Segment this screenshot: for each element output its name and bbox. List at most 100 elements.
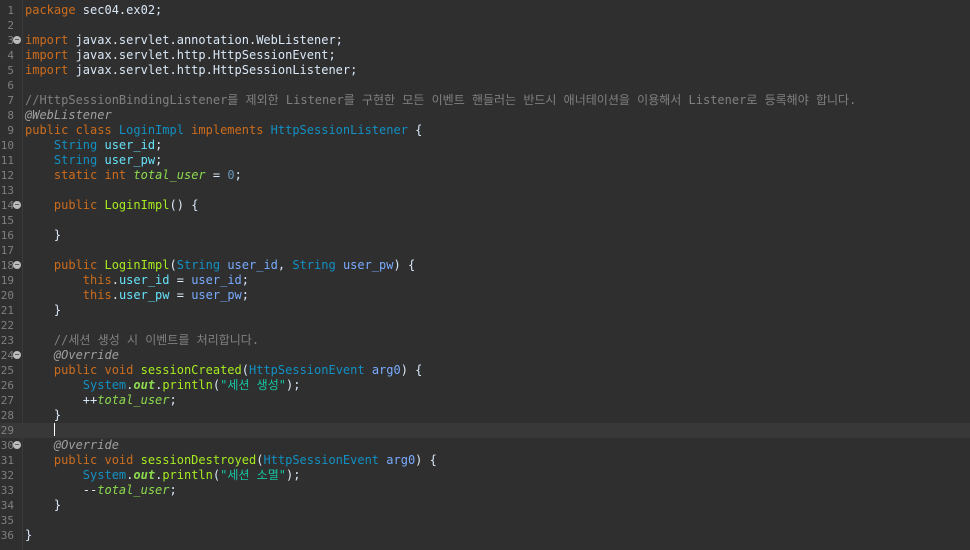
code-line[interactable]: 20 this.user_pw = user_pw; <box>0 288 970 303</box>
code-line[interactable]: 14− public LoginImpl() { <box>0 198 970 213</box>
line-number: 19 <box>0 274 14 287</box>
code-line[interactable]: 11 String user_pw; <box>0 153 970 168</box>
code-token: ; <box>169 483 177 497</box>
code-token: user_id <box>227 258 278 272</box>
code-text: @WebListener <box>25 108 112 123</box>
code-token: javax.servlet.annotation.WebListener; <box>75 33 343 47</box>
code-line[interactable]: 25 public void sessionCreated(HttpSessio… <box>0 363 970 378</box>
code-line[interactable]: 4 import javax.servlet.http.HttpSessionEv… <box>0 48 970 63</box>
code-token: user_pw <box>342 258 394 272</box>
line-number: 15 <box>0 214 14 227</box>
code-line[interactable]: 24− @Override <box>0 348 970 363</box>
code-token: import <box>25 48 76 62</box>
code-line[interactable]: 29 <box>0 423 970 438</box>
code-text: } <box>25 228 61 243</box>
code-text: ++total_user; <box>25 393 177 408</box>
code-line[interactable]: 12 static int total_user = 0; <box>0 168 970 183</box>
code-line[interactable]: 36} <box>0 528 970 543</box>
code-token: this <box>82 273 112 287</box>
code-token: sessionCreated <box>140 363 242 377</box>
code-token: } <box>25 408 62 422</box>
code-line[interactable]: 30− @Override <box>0 438 970 453</box>
collapse-fold-icon[interactable]: − <box>13 36 21 44</box>
code-line[interactable]: 33 --total_user; <box>0 483 970 498</box>
code-line[interactable]: 6 <box>0 78 970 93</box>
code-token: "세션 소멸" <box>220 468 286 482</box>
code-line[interactable]: 1 package sec04.ex02; <box>0 3 970 18</box>
line-number: 30 <box>0 439 14 452</box>
code-line[interactable]: 23 //세션 생성 시 이벤트를 처리합니다. <box>0 333 970 348</box>
line-number: 27 <box>0 394 14 407</box>
code-line[interactable]: 15 <box>0 213 970 228</box>
line-number: 11 <box>0 154 14 167</box>
code-line[interactable]: 22 <box>0 318 970 333</box>
code-line[interactable]: 5 import javax.servlet.http.HttpSessionLi… <box>0 63 970 78</box>
code-token: user_id <box>118 273 170 287</box>
code-token: import <box>25 33 76 47</box>
line-number: 24 <box>0 349 14 362</box>
code-line[interactable]: 32 System.out.println("세션 소멸"); <box>0 468 970 483</box>
code-text <box>25 423 55 438</box>
line-number: 7 <box>7 94 14 107</box>
code-line[interactable]: 35 <box>0 513 970 528</box>
code-text: package sec04.ex02; <box>25 3 162 18</box>
line-number: 10 <box>0 139 14 152</box>
code-line[interactable]: 34 } <box>0 498 970 513</box>
code-lines[interactable]: 1 package sec04.ex02; 2 3− import javax.serv… <box>0 3 970 543</box>
code-line[interactable]: 27 ++total_user; <box>0 393 970 408</box>
code-line[interactable]: 28 } <box>0 408 970 423</box>
code-line[interactable]: 10 String user_id; <box>0 138 970 153</box>
code-token: ++ <box>25 393 98 407</box>
code-token: ( <box>169 258 177 272</box>
line-number: 20 <box>0 289 14 302</box>
code-text: System.out.println("세션 소멸"); <box>25 468 301 483</box>
code-token: user_pw <box>118 288 170 302</box>
code-line[interactable]: 3− import javax.servlet.annotation.WebLis… <box>0 33 970 48</box>
line-number: 6 <box>7 79 14 92</box>
code-token: public class <box>25 123 119 137</box>
code-line[interactable]: 26 System.out.println("세션 생성"); <box>0 378 970 393</box>
code-token: ; <box>241 273 250 287</box>
code-token: LoginImpl <box>104 258 170 272</box>
code-line[interactable]: 18− public LoginImpl(String user_id, Str… <box>0 258 970 273</box>
code-token: @Override <box>53 438 119 452</box>
code-token: public void <box>53 453 141 467</box>
code-line[interactable]: 13 <box>0 183 970 198</box>
line-number: 25 <box>0 364 14 377</box>
code-token: javax.servlet.http.HttpSessionEvent; <box>75 48 336 62</box>
code-token: String <box>176 258 228 272</box>
collapse-fold-icon[interactable]: − <box>13 201 21 209</box>
code-line[interactable]: 8 @WebListener <box>0 108 970 123</box>
code-token: javax.servlet.http.HttpSessionListener; <box>75 63 358 77</box>
code-token: , <box>277 258 293 272</box>
code-editor[interactable]: 1 package sec04.ex02; 2 3− import javax.serv… <box>0 0 970 550</box>
collapse-fold-icon[interactable]: − <box>13 261 21 269</box>
code-line[interactable]: 19 this.user_id = user_id; <box>0 273 970 288</box>
code-text: @Override <box>25 438 119 453</box>
code-token: ) { <box>415 453 437 467</box>
code-token: public <box>53 198 105 212</box>
code-line[interactable]: 16 } <box>0 228 970 243</box>
collapse-fold-icon[interactable]: − <box>13 351 21 359</box>
collapse-fold-icon[interactable]: − <box>13 441 21 449</box>
code-line[interactable]: 21 } <box>0 303 970 318</box>
code-token: { <box>415 123 423 137</box>
code-text: System.out.println("세션 생성"); <box>25 378 301 393</box>
code-line[interactable]: 2 <box>0 18 970 33</box>
code-token: import <box>25 63 76 77</box>
code-token: user_id <box>191 273 242 287</box>
code-token: "세션 생성" <box>220 378 286 392</box>
code-line[interactable]: 17 <box>0 243 970 258</box>
code-token: } <box>25 528 33 542</box>
code-line[interactable]: 9 public class LoginImpl implements HttpS… <box>0 123 970 138</box>
code-line[interactable]: 7 //HttpSessionBindingListener를 제외한 Liste… <box>0 93 970 108</box>
code-token: package <box>25 3 83 17</box>
code-line[interactable]: 31 public void sessionDestroyed(HttpSess… <box>0 453 970 468</box>
